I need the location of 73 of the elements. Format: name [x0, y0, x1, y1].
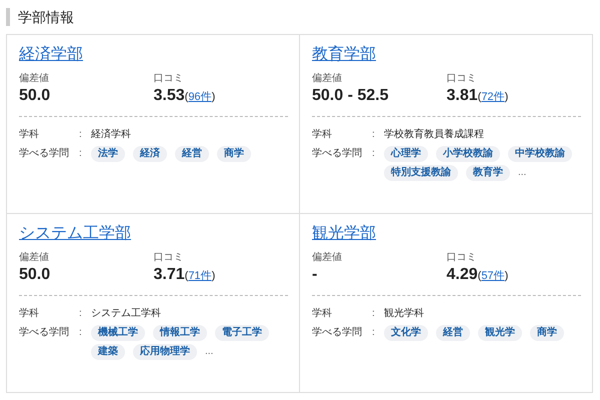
score-label: 偏差値 — [19, 72, 49, 85]
field-label: 学科 — [19, 128, 40, 142]
subject-tag[interactable]: 経済 — [133, 146, 167, 162]
parenthesis: ( — [184, 91, 188, 103]
rating-value: 3.71 — [154, 265, 185, 285]
colon: : — [79, 128, 83, 142]
subject-tag[interactable]: 情報工学 — [153, 325, 207, 341]
faculty-link[interactable]: システム工学部 — [19, 224, 131, 244]
subject-tag[interactable]: 経営 — [175, 146, 209, 162]
colon: : — [79, 147, 83, 161]
parenthesis: ) — [504, 270, 508, 282]
faculty-link[interactable]: 教育学部 — [312, 45, 376, 65]
subject-tag[interactable]: 教育学 — [466, 165, 510, 181]
more-ellipsis: ... — [518, 166, 526, 180]
field-label: 学べる学問 — [19, 147, 70, 161]
review-label: 口コミ — [154, 72, 184, 85]
parenthesis: ( — [478, 270, 482, 282]
subject-tag[interactable]: 観光学 — [478, 325, 522, 341]
faculty-link[interactable]: 経済学部 — [19, 45, 83, 65]
field-label: 学べる学問 — [19, 326, 70, 340]
colon: : — [372, 147, 376, 161]
score-value: 50.0 — [19, 265, 50, 285]
subject-tag[interactable]: 心理学 — [384, 146, 428, 162]
subject-tag[interactable]: 経営 — [436, 325, 470, 341]
subject-tag[interactable]: 小学校教諭 — [436, 146, 500, 162]
section-title: 学部情報 — [6, 8, 74, 26]
colon: : — [372, 307, 376, 321]
field-label: 学べる学問 — [312, 326, 363, 340]
review-label: 口コミ — [446, 251, 476, 264]
score-label: 偏差値 — [312, 251, 342, 264]
field-label: 学べる学問 — [312, 147, 363, 161]
more-ellipsis: ... — [205, 345, 214, 359]
colon: : — [79, 326, 83, 340]
field-label: 学科 — [312, 306, 333, 321]
score-label: 偏差値 — [312, 72, 342, 85]
subject-tag[interactable]: 法学 — [91, 146, 125, 162]
subject-tag[interactable]: 建築 — [91, 344, 125, 360]
field-label: 学科 — [312, 128, 333, 142]
score-value: 50.0 - 52.5 — [312, 86, 388, 106]
colon: : — [79, 307, 83, 321]
review-count-link[interactable]: 72件 — [481, 91, 505, 103]
parenthesis: ) — [212, 91, 216, 103]
score-label: 偏差値 — [19, 251, 49, 264]
department-name: 経済学科 — [91, 128, 131, 142]
parenthesis: ) — [504, 91, 508, 103]
review-label: 口コミ — [446, 72, 476, 85]
review-label: 口コミ — [154, 251, 184, 264]
subject-tag[interactable]: 中学校教諭 — [508, 146, 572, 162]
parenthesis: ( — [478, 91, 482, 103]
subject-tag[interactable]: 商学 — [217, 146, 251, 162]
review-count-link[interactable]: 96件 — [188, 91, 212, 103]
field-label: 学科 — [19, 306, 40, 321]
rating-value: 3.81 — [446, 86, 478, 106]
department-name: 学校教育教員養成課程 — [384, 128, 484, 142]
score-value: 50.0 — [19, 86, 50, 106]
subject-tag[interactable]: 商学 — [530, 325, 564, 341]
colon: : — [372, 326, 376, 340]
faculty-link[interactable]: 観光学部 — [312, 224, 376, 244]
review-count-link[interactable]: 57件 — [481, 270, 505, 282]
parenthesis: ( — [184, 270, 188, 282]
rating-value: 4.29 — [446, 265, 478, 285]
subject-tag[interactable]: 特別支援教諭 — [384, 165, 458, 181]
subject-tag[interactable]: 文化学 — [384, 325, 428, 341]
department-name: システム工学科 — [91, 306, 161, 321]
colon: : — [372, 128, 376, 142]
review-count-link[interactable]: 71件 — [188, 270, 212, 282]
department-name: 観光学科 — [384, 306, 424, 321]
subject-tag[interactable]: 応用物理学 — [133, 344, 197, 360]
subject-tag[interactable]: 電子工学 — [215, 325, 269, 341]
rating-value: 3.53 — [154, 86, 185, 106]
score-value: - — [312, 265, 318, 285]
parenthesis: ) — [212, 270, 216, 282]
subject-tag[interactable]: 機械工学 — [91, 325, 145, 341]
